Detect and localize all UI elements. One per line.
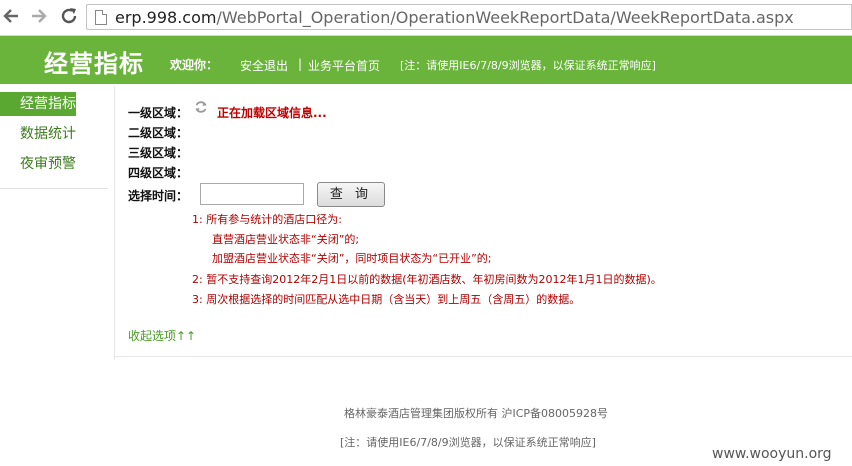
reload-button[interactable] <box>58 6 80 28</box>
loading-region-text: 正在加载区域信息... <box>217 106 327 120</box>
note-1a: 直营酒店营业状态非“关闭”的; <box>212 233 360 246</box>
collapse-options-link[interactable]: 收起选项↑↑ <box>128 327 196 344</box>
page-icon <box>95 10 107 25</box>
forward-button[interactable] <box>28 6 50 28</box>
sidebar-divider <box>0 188 108 189</box>
content-divider <box>114 86 115 360</box>
url-host: erp.998.com <box>115 8 217 27</box>
header-separator: | <box>298 57 303 71</box>
arrow-left-icon <box>3 9 18 23</box>
note-3: 3: 周次根据选择的时间匹配从选中日期（含当天）到上周五（含周五）的数据。 <box>192 293 581 306</box>
loading-refresh-icon <box>194 100 208 114</box>
url-text[interactable]: erp.998.com/WebPortal_Operation/Operatio… <box>115 8 794 27</box>
sidebar: 经营指标 数据统计 夜审预警 <box>0 92 108 192</box>
footer-note: [注：请使用IE6/7/8/9浏览器，以保证系统正常响应] <box>340 436 596 449</box>
note-1: 1: 所有参与统计的酒店口径为: <box>192 213 342 226</box>
page-title: 经营指标 <box>44 50 144 78</box>
browser-toolbar: erp.998.com/WebPortal_Operation/Operatio… <box>0 0 852 36</box>
level1-label: 一级区域： <box>128 106 189 120</box>
note-2: 2: 暂不支持查询2012年2月1日以前的数据(年初酒店数、年初房间数为2012… <box>192 273 662 286</box>
sidebar-item-operation-metrics[interactable]: 经营指标 <box>0 92 76 116</box>
date-input[interactable] <box>200 183 304 205</box>
arrow-right-icon <box>32 9 47 23</box>
home-link[interactable]: 业务平台首页 <box>308 57 380 74</box>
address-bar[interactable]: erp.998.com/WebPortal_Operation/Operatio… <box>86 4 852 30</box>
sidebar-item-night-audit-alert[interactable]: 夜审预警 <box>0 152 104 176</box>
reload-icon <box>61 8 77 24</box>
browser-note: [注：请使用IE6/7/8/9浏览器，以保证系统正常响应] <box>400 59 656 72</box>
watermark: www.wooyun.org <box>712 446 832 462</box>
footer-copyright: 格林豪泰酒店管理集团版权所有 沪ICP备08005928号 <box>344 407 609 420</box>
site-header: 经营指标 欢迎你： 安全退出 | 业务平台首页 [注：请使用IE6/7/8/9浏… <box>0 36 852 84</box>
content-bottom-divider <box>114 356 852 357</box>
sidebar-item-data-statistics[interactable]: 数据统计 <box>0 122 104 146</box>
level4-label: 四级区域： <box>128 166 189 180</box>
logout-link[interactable]: 安全退出 <box>240 57 288 74</box>
level2-label: 二级区域： <box>128 126 189 140</box>
level3-label: 三级区域： <box>128 146 189 160</box>
welcome-text: 欢迎你： <box>170 58 219 72</box>
note-1b: 加盟酒店营业状态非“关闭”，同时项目状态为“已开业”的; <box>212 252 492 265</box>
date-label: 选择时间： <box>128 189 189 203</box>
back-button[interactable] <box>0 6 22 28</box>
url-path: /WebPortal_Operation/OperationWeekReport… <box>216 8 794 27</box>
query-button[interactable]: 查 询 <box>317 182 385 207</box>
